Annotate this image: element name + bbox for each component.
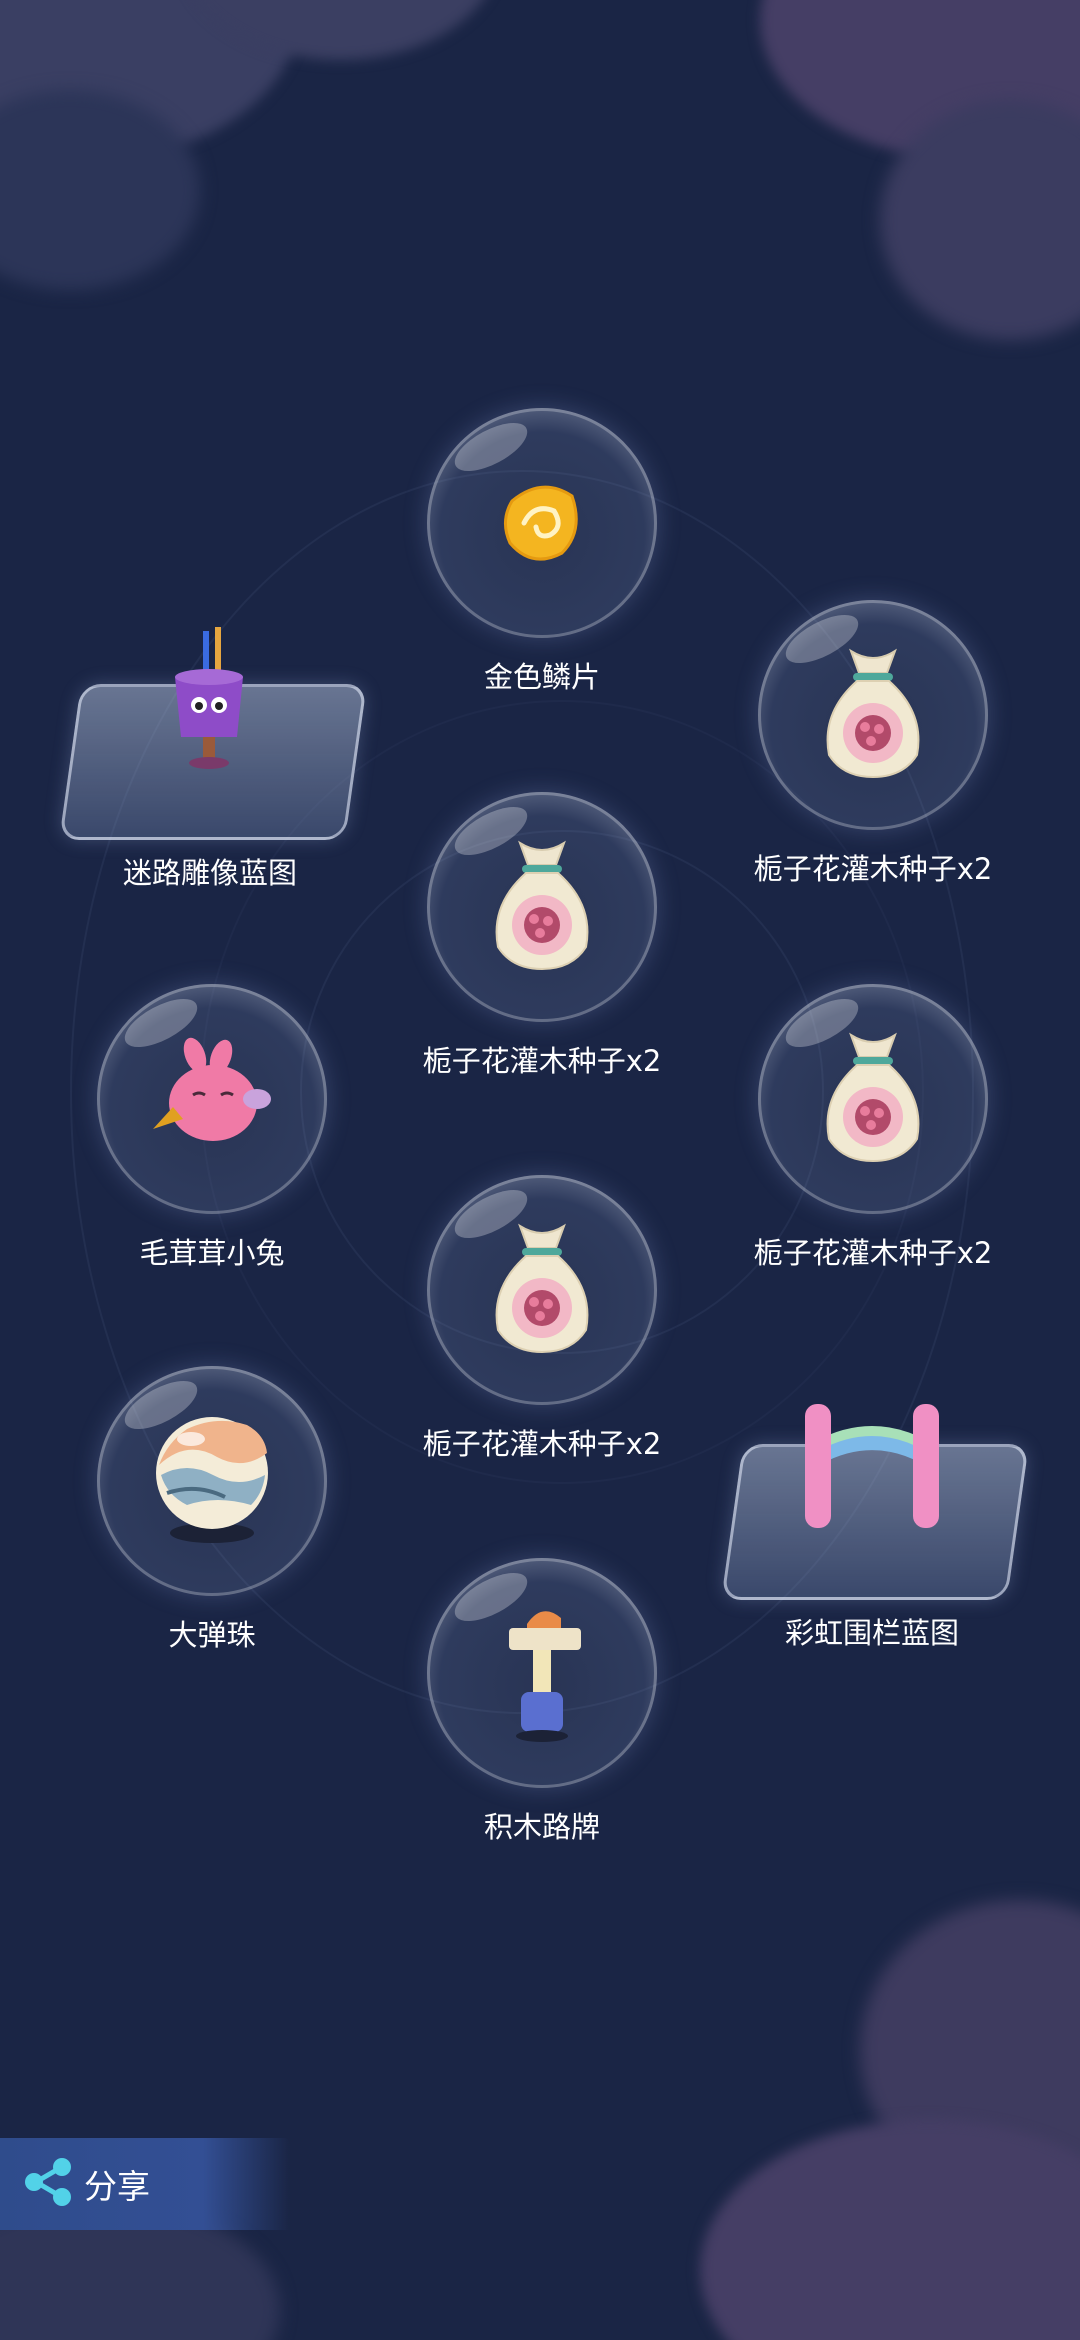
reward-gardenia-1[interactable]: 栀子花灌木种子x2 xyxy=(723,600,1023,920)
reward-label: 毛茸茸小兔 xyxy=(139,1236,285,1270)
bubble xyxy=(758,984,988,1214)
rainbow-fence-icon xyxy=(787,1396,957,1540)
bubble xyxy=(427,792,657,1022)
bubble xyxy=(427,1175,657,1405)
bubble xyxy=(97,1366,327,1596)
pink-bird-icon xyxy=(147,1037,277,1161)
share-button[interactable]: 分享 xyxy=(0,2138,290,2230)
reward-label: 栀子花灌木种子x2 xyxy=(422,1427,662,1461)
marble-icon xyxy=(147,1409,277,1553)
reward-maze-statue[interactable]: 迷路雕像蓝图 xyxy=(59,604,367,924)
reward-label: 栀子花灌木种子x2 xyxy=(753,1236,993,1270)
reward-block-signpost[interactable]: 积木路牌 xyxy=(392,1558,692,1878)
seed-bag-icon xyxy=(813,1027,933,1171)
reward-label: 迷路雕像蓝图 xyxy=(122,856,297,890)
reward-label: 栀子花灌木种子x2 xyxy=(753,852,993,886)
seed-bag-icon xyxy=(482,835,602,979)
statue-blueprint-icon xyxy=(155,627,265,781)
bubble xyxy=(427,408,657,638)
reward-label: 彩虹围栏蓝图 xyxy=(784,1616,959,1650)
reward-label: 大弹珠 xyxy=(168,1618,256,1652)
share-label: 分享 xyxy=(84,2167,150,2206)
share-icon xyxy=(22,2156,74,2212)
bubble xyxy=(427,1558,657,1788)
reward-gardenia-2[interactable]: 栀子花灌木种子x2 xyxy=(392,792,692,1112)
reward-golden-scale[interactable]: 金色鳞片 xyxy=(392,408,692,728)
bubble xyxy=(97,984,327,1214)
reward-rainbow-fence[interactable]: 彩虹围栏蓝图 xyxy=(721,1364,1029,1684)
block-signpost-icon xyxy=(487,1596,597,1750)
seed-bag-icon xyxy=(482,1218,602,1362)
reward-label: 栀子花灌木种子x2 xyxy=(422,1044,662,1078)
reward-big-marble[interactable]: 大弹珠 xyxy=(62,1366,362,1686)
reward-label: 金色鳞片 xyxy=(483,660,600,694)
reward-gardenia-4[interactable]: 栀子花灌木种子x2 xyxy=(392,1175,692,1495)
reward-fluffy-bunny[interactable]: 毛茸茸小兔 xyxy=(62,984,362,1304)
bubble xyxy=(758,600,988,830)
seed-bag-icon xyxy=(813,643,933,787)
reward-label: 积木路牌 xyxy=(483,1810,600,1844)
golden-scale-icon xyxy=(492,471,592,575)
reward-gardenia-3[interactable]: 栀子花灌木种子x2 xyxy=(723,984,1023,1304)
